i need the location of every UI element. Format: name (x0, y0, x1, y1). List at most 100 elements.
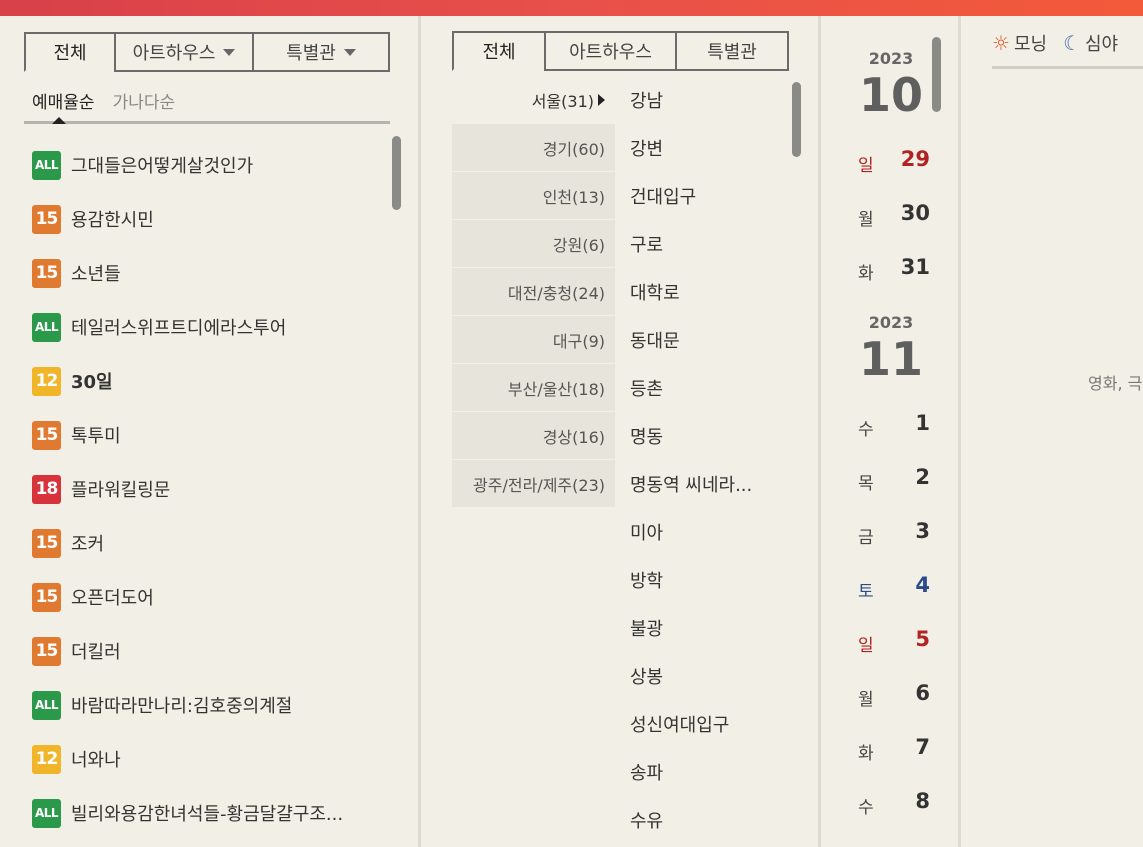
night-label: 심야 (1085, 34, 1119, 55)
date-item[interactable]: 수8 (858, 774, 938, 828)
movie-title: 오픈더도어 (71, 588, 154, 609)
movie-title: 용감한시민 (71, 210, 154, 231)
theater-item[interactable]: 명동 (630, 412, 790, 460)
movie-list-item[interactable]: ALL 그대들은어떻게살것인가 (32, 138, 384, 192)
theater-tab-special[interactable]: 특별관 (675, 31, 789, 71)
theater-item[interactable]: 명동역 씨네라... (630, 460, 790, 508)
region-label: 경상(16) (542, 427, 605, 447)
day-number: 29 (900, 147, 930, 171)
movie-tab-special[interactable]: 특별관 (252, 32, 390, 72)
movie-list-item[interactable]: 15 톡투미 (32, 408, 384, 462)
theater-item[interactable]: 불광 (630, 604, 790, 652)
theater-item[interactable]: 건대입구 (630, 172, 790, 220)
sort-by-name[interactable]: 가나다순 (113, 88, 176, 113)
movie-title: 바람따라만나리:김호중의계절 (71, 696, 293, 717)
region-item[interactable]: 대구(9) (452, 316, 615, 364)
date-item[interactable]: 금3 (858, 504, 938, 558)
movie-list-item[interactable]: 15 조커 (32, 516, 384, 570)
theater-item[interactable]: 수유 (630, 796, 790, 844)
theater-item[interactable]: 동대문 (630, 316, 790, 364)
region-item[interactable]: 부산/울산(18) (452, 364, 615, 412)
morning-filter[interactable]: ☼ 모닝 (992, 30, 1047, 56)
year-label: 2023 (868, 313, 914, 332)
theater-item[interactable]: 강남 (630, 76, 790, 124)
caret-down-icon (343, 48, 356, 56)
date-item[interactable]: 토4 (858, 558, 938, 612)
theater-list: 강남 강변 건대입구 구로 대학로 동대문 등촌 명동 명동역 씨네라... 미아 방학 불광 상봉 성신… (630, 76, 790, 844)
movie-list-item[interactable]: ALL 테일러스위프트디에라스투어 (32, 300, 384, 354)
movie-title: 소년들 (71, 264, 121, 285)
year-label: 2023 (868, 49, 914, 68)
theater-tab-arthouse[interactable]: 아트하우스 (544, 31, 677, 71)
theater-item[interactable]: 상봉 (630, 652, 790, 700)
date-item[interactable]: 월 30 (858, 186, 938, 240)
movie-title: 플라워킬링문 (71, 480, 171, 501)
region-item[interactable]: 경상(16) (452, 412, 615, 460)
theater-item[interactable]: 대학로 (630, 268, 790, 316)
movie-title: 30일 (71, 372, 113, 393)
region-item[interactable]: 대전/충청(24) (452, 268, 615, 316)
date-item[interactable]: 월6 (858, 666, 938, 720)
theater-item[interactable]: 등촌 (630, 364, 790, 412)
theater-tab-all[interactable]: 전체 (452, 31, 546, 71)
region-item[interactable]: 서울(31) (452, 76, 615, 124)
caret-right-icon (598, 93, 605, 106)
region-label: 경기(60) (542, 139, 605, 159)
date-list-scrollbar[interactable] (932, 37, 941, 112)
region-item[interactable]: 강원(6) (452, 220, 615, 268)
sort-by-booking-rate[interactable]: 예매율순 (24, 88, 103, 124)
age-rating-badge: 15 (32, 582, 61, 612)
movie-sort-row: 예매율순 가나다순 (24, 88, 390, 124)
movie-list-item[interactable]: ALL 빌리와용감한녀석들-황금달걀구조... (32, 786, 384, 840)
movie-list-item[interactable]: ALL 바람따라만나리:김호중의계절 (32, 678, 384, 732)
region-item[interactable]: 인천(13) (452, 172, 615, 220)
theater-item[interactable]: 구로 (630, 220, 790, 268)
age-rating-badge: ALL (32, 312, 61, 342)
weekday-label: 화 (858, 263, 874, 284)
theater-item[interactable]: 미아 (630, 508, 790, 556)
region-item[interactable]: 경기(60) (452, 124, 615, 172)
date-item[interactable]: 일5 (858, 612, 938, 666)
movie-tab-arthouse[interactable]: 아트하우스 (114, 32, 254, 72)
time-filter-tabs: ☼ 모닝 ☾ 심야 (992, 30, 1118, 56)
theater-item[interactable]: 송파 (630, 748, 790, 796)
theater-tabs: 전체 아트하우스 특별관 (452, 31, 789, 71)
movie-list-item[interactable]: 15 소년들 (32, 246, 384, 300)
date-item[interactable]: 목2 (858, 450, 938, 504)
date-item[interactable]: 화 31 (858, 240, 938, 294)
date-item[interactable]: 일 29 (858, 132, 938, 186)
day-number: 1 (915, 411, 930, 435)
movie-list-item[interactable]: 18 플라워킬링문 (32, 462, 384, 516)
movie-list-scrollbar[interactable] (392, 136, 401, 210)
theater-item[interactable]: 강변 (630, 124, 790, 172)
age-rating-badge: 18 (32, 474, 61, 504)
time-placeholder-text: 영화, 극 (1088, 374, 1143, 393)
movie-list-item[interactable]: 12 너와나 (32, 732, 384, 786)
theater-item[interactable]: 방학 (630, 556, 790, 604)
day-number: 7 (915, 735, 930, 759)
date-item[interactable]: 수1 (858, 396, 938, 450)
caret-down-icon (223, 48, 236, 56)
region-label: 대구(9) (552, 331, 605, 351)
weekday-label: 일 (858, 155, 874, 176)
movie-list-item[interactable]: 15 용감한시민 (32, 192, 384, 246)
tab-label: 전체 (53, 43, 87, 64)
region-item[interactable]: 광주/전라/제주(23) (452, 460, 615, 508)
theater-item[interactable]: 성신여대입구 (630, 700, 790, 748)
tab-label: 특별관 (286, 43, 336, 64)
night-filter[interactable]: ☾ 심야 (1063, 30, 1118, 56)
movie-list-item[interactable]: 15 더킬러 (32, 624, 384, 678)
weekday-label: 금 (858, 527, 874, 548)
weekday-label: 월 (858, 209, 874, 230)
time-divider (992, 66, 1143, 69)
movie-title: 빌리와용감한녀석들-황금달걀구조... (71, 804, 344, 825)
theater-list-scrollbar[interactable] (792, 82, 801, 157)
region-label: 대전/충청(24) (507, 283, 605, 303)
region-label: 강원(6) (552, 235, 605, 255)
movie-list-item[interactable]: 15 오픈더도어 (32, 570, 384, 624)
movie-tab-all[interactable]: 전체 (24, 32, 116, 72)
movie-list-item[interactable]: 12 30일 (32, 354, 384, 408)
region-list: 서울(31) 경기(60) 인천(13) 강원(6) 대전/충청(24) 대구(9) 부산/… (452, 76, 615, 508)
date-item[interactable]: 화7 (858, 720, 938, 774)
day-number: 31 (900, 255, 930, 279)
